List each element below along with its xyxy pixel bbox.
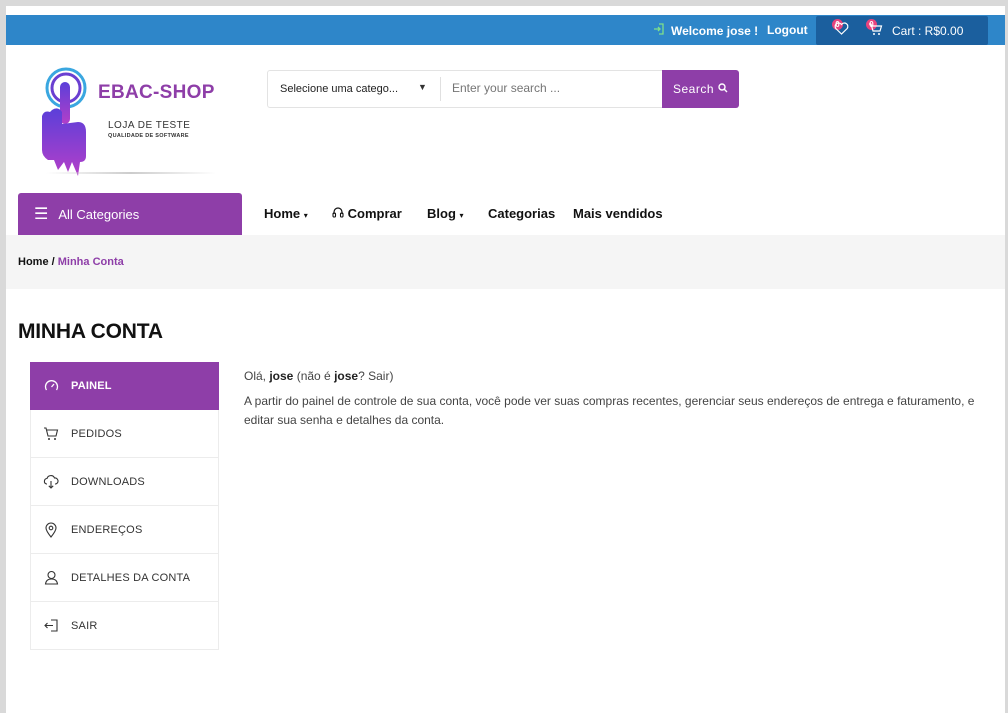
search-button[interactable]: Search bbox=[662, 70, 739, 108]
nav-home[interactable]: Home ▾ bbox=[264, 206, 308, 221]
menu-item-label: DETALHES DA CONTA bbox=[71, 571, 191, 584]
nav-blog[interactable]: Blog ▾ bbox=[427, 206, 464, 221]
logo-subtitle: LOJA DE TESTE bbox=[108, 120, 191, 131]
caret-down-icon[interactable]: ▼ bbox=[418, 82, 427, 92]
nav-categorias[interactable]: Categorias bbox=[488, 206, 555, 221]
greeting-mid: (não é bbox=[293, 369, 335, 383]
nav-home-label: Home bbox=[264, 206, 301, 221]
sair-link[interactable]: Sair bbox=[368, 369, 389, 383]
caret-down-icon: ▾ bbox=[303, 211, 308, 220]
menu-item-sair[interactable]: SAIR bbox=[30, 602, 219, 650]
menu-item-label: DOWNLOADS bbox=[71, 475, 145, 488]
greeting-prefix: Olá, bbox=[244, 369, 270, 383]
menu-item-label: PEDIDOS bbox=[71, 427, 122, 440]
greeting: Olá, jose (não é jose? Sair) bbox=[244, 367, 984, 386]
search-button-label: Search bbox=[672, 82, 715, 96]
cart-icon[interactable] bbox=[868, 22, 883, 39]
breadcrumb-bar: Home / Minha Conta bbox=[6, 235, 1005, 289]
greeting-end: ) bbox=[389, 369, 394, 383]
dashboard-description: A partir do painel de controle de sua co… bbox=[244, 394, 975, 427]
user-icon bbox=[43, 570, 59, 586]
search-bar: Selecione uma catego... ▼ Search bbox=[267, 70, 739, 108]
logo-title: EBAC-SHOP bbox=[98, 82, 215, 103]
all-categories-button[interactable]: ☰ All Categories bbox=[18, 193, 242, 235]
welcome-text: Welcome jose ! bbox=[671, 23, 759, 38]
cart-total[interactable]: Cart : R$0.00 bbox=[892, 24, 963, 38]
top-bar: Welcome jose ! Logout 0 0 Cart : R$0.00 bbox=[6, 15, 1005, 45]
menu-item-detalhes-da-conta[interactable]: DETALHES DA CONTA bbox=[30, 554, 219, 602]
greeting-question: ? bbox=[358, 369, 369, 383]
page-title: MINHA CONTA bbox=[18, 320, 163, 343]
nav-comprar-label: Comprar bbox=[347, 206, 402, 221]
map-pin-icon bbox=[43, 522, 59, 538]
headset-icon bbox=[332, 206, 348, 221]
welcome-link[interactable]: Welcome jose ! bbox=[653, 23, 758, 38]
logout-icon bbox=[43, 618, 59, 634]
category-select[interactable]: Selecione uma catego... bbox=[280, 83, 398, 95]
cloud-download-icon bbox=[43, 474, 59, 490]
login-icon bbox=[653, 23, 665, 38]
greeting-user-2: jose bbox=[334, 369, 359, 383]
search-icon bbox=[718, 82, 728, 96]
page: Welcome jose ! Logout 0 0 Cart : R$0.00 bbox=[6, 6, 1005, 713]
cart-box[interactable]: 0 0 Cart : R$0.00 bbox=[816, 16, 988, 45]
all-categories-label: All Categories bbox=[58, 206, 140, 222]
nav-comprar[interactable]: Comprar bbox=[332, 206, 402, 221]
menu-item-pedidos[interactable]: PEDIDOS bbox=[30, 410, 219, 458]
menu-item-downloads[interactable]: DOWNLOADS bbox=[30, 458, 219, 506]
nav-blog-label: Blog bbox=[427, 206, 456, 221]
cart-icon bbox=[43, 426, 59, 442]
logo-divider bbox=[46, 172, 216, 174]
breadcrumb: Home / Minha Conta bbox=[18, 256, 124, 268]
breadcrumb-current: Minha Conta bbox=[57, 256, 124, 268]
caret-down-icon: ▾ bbox=[459, 211, 464, 220]
account-menu: PAINEL PEDIDOS DOWNLOADS ENDEREÇOS DETAL… bbox=[30, 362, 219, 650]
nav-mais-vendidos[interactable]: Mais vendidos bbox=[573, 206, 663, 221]
dashboard-content: Olá, jose (não é jose? Sair) A partir do… bbox=[244, 367, 984, 436]
dashboard-icon bbox=[43, 378, 59, 394]
menu-item-painel[interactable]: PAINEL bbox=[30, 362, 219, 410]
menu-item-label: PAINEL bbox=[71, 380, 112, 392]
menu-item-enderecos[interactable]: ENDEREÇOS bbox=[30, 506, 219, 554]
search-divider bbox=[440, 77, 441, 101]
menu-item-label: ENDEREÇOS bbox=[71, 523, 143, 536]
heart-icon[interactable] bbox=[834, 22, 849, 38]
logo-tagline: QUALIDADE DE SOFTWARE bbox=[108, 133, 189, 139]
breadcrumb-separator: / bbox=[48, 256, 58, 268]
greeting-user: jose bbox=[269, 369, 294, 383]
search-input[interactable] bbox=[452, 81, 652, 95]
menu-item-label: SAIR bbox=[71, 619, 98, 632]
logout-link[interactable]: Logout bbox=[767, 23, 808, 37]
breadcrumb-home[interactable]: Home bbox=[18, 256, 49, 268]
menu-icon: ☰ bbox=[34, 206, 49, 223]
